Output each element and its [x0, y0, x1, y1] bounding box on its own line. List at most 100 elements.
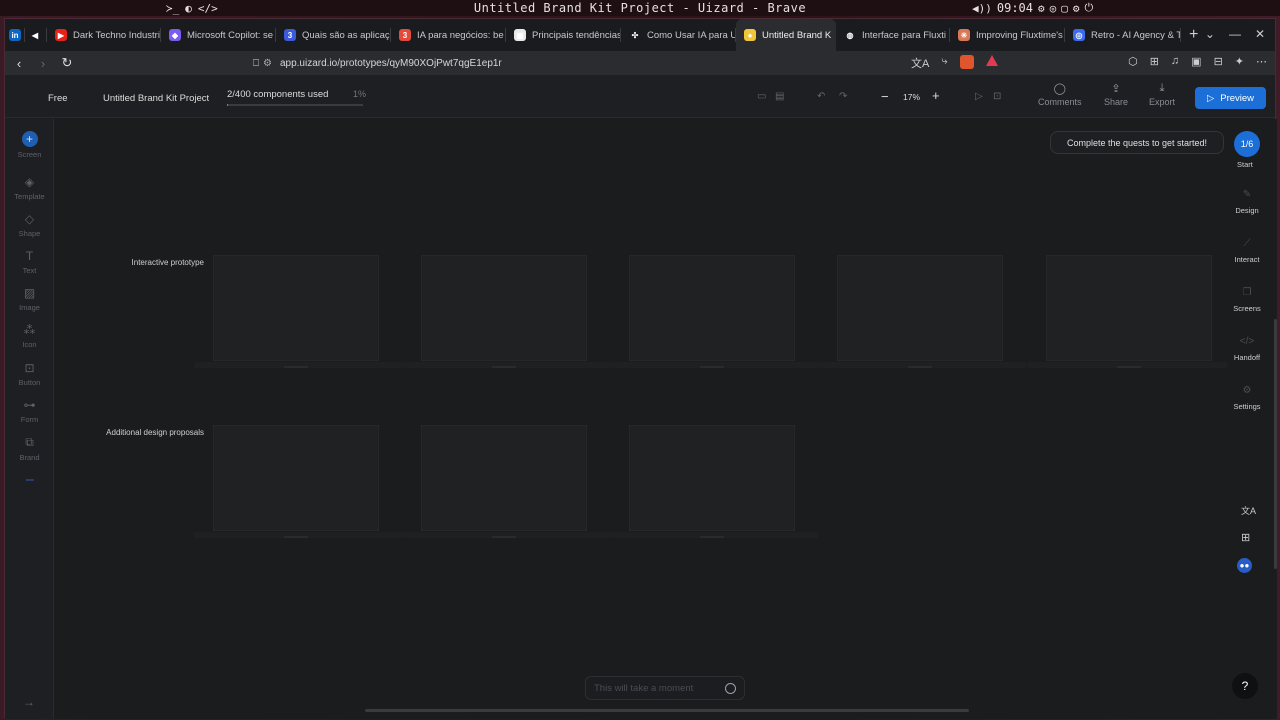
extension-icon[interactable]: ⬡: [1128, 55, 1138, 68]
screen-notch: [700, 366, 724, 368]
template-tool[interactable]: ◈ Template: [5, 175, 54, 201]
browser-tab[interactable]: 3 IA para negócios: be: [391, 19, 506, 51]
sidebar-icon[interactable]: ▣: [1191, 55, 1201, 68]
expand-arrow-icon[interactable]: →: [23, 695, 35, 709]
row-label-interactive-prototype: Interactive prototype: [131, 258, 204, 267]
site-info-icon[interactable]: ⚙: [263, 58, 272, 69]
shape-tool[interactable]: ◇ Shape: [5, 212, 54, 238]
reload-button[interactable]: ↻: [57, 55, 77, 71]
proposal-thumbnail[interactable]: [402, 425, 610, 538]
preview-button[interactable]: ▷ Preview: [1195, 87, 1266, 109]
forward-button[interactable]: ›: [33, 56, 53, 71]
grid-icon[interactable]: ⊞: [1241, 531, 1250, 544]
share-button[interactable]: ⇪ Share: [1104, 82, 1128, 107]
settings-icon[interactable]: ⚙: [1038, 2, 1045, 15]
address-bar[interactable]: ⎕ ⚙ app.uizard.io/prototypes/qyM90XOjPwt…: [253, 52, 1001, 74]
browser-tab[interactable]: ◆ Microsoft Copilot: se: [161, 19, 276, 51]
tool-label: Brand: [19, 453, 40, 462]
handoff-panel-tab[interactable]: </> Handoff: [1227, 336, 1267, 362]
screen-thumbnail[interactable]: [610, 255, 818, 368]
design-canvas[interactable]: Interactive prototype Additional design …: [55, 119, 1235, 719]
redo-icon[interactable]: ↷: [839, 91, 847, 102]
proposal-thumbnail[interactable]: [610, 425, 818, 538]
close-window-icon[interactable]: ✕: [1255, 27, 1265, 41]
browser-tab[interactable]: ◎ Retro - AI Agency & T: [1065, 19, 1181, 51]
quest-counter-button[interactable]: 1/6: [1234, 131, 1260, 157]
screen-thumbnail[interactable]: [1027, 255, 1235, 368]
volume-icon[interactable]: ◀)): [972, 2, 992, 15]
minimize-icon[interactable]: —: [1229, 27, 1241, 41]
comments-button[interactable]: ◯ Comments: [1038, 82, 1082, 107]
interact-panel-tab[interactable]: ⟋ Interact: [1227, 238, 1267, 264]
form-tool[interactable]: ⊶ Form: [5, 398, 54, 424]
assistant-bot-icon[interactable]: ●●: [1237, 558, 1252, 573]
tab-label: Como Usar IA para U: [647, 29, 736, 41]
zoom-level[interactable]: 17%: [903, 92, 920, 102]
brand-tool[interactable]: ⧉ Brand: [5, 435, 54, 462]
icon-tool[interactable]: ⁂ Icon: [5, 323, 54, 349]
browser-tab[interactable]: ▣ Principais tendências: [506, 19, 621, 51]
shape-icon: ◇: [24, 212, 35, 226]
music-icon[interactable]: ♫: [1171, 55, 1179, 68]
browser-tab[interactable]: 3 Quais são as aplicaç: [276, 19, 391, 51]
browser-tab[interactable]: ✣ Como Usar IA para U: [621, 19, 736, 51]
gear-icon[interactable]: ⚙: [1073, 2, 1080, 15]
brave-rewards-icon[interactable]: [985, 55, 998, 66]
browser-tab[interactable]: in: [5, 19, 25, 51]
settings-panel-tab[interactable]: ⚙ Settings: [1227, 385, 1267, 411]
url-text[interactable]: app.uizard.io/prototypes/qyM90XOjPwt7qgE…: [280, 58, 502, 69]
plan-badge[interactable]: Free: [48, 93, 68, 104]
os-tray: ◀)) 09:04 ⚙ ◎ ▢ ⚙ ⏻: [972, 1, 1093, 15]
right-rail: 1/6 Start ✎ Design ⟋ Interact ❐ Screens …: [1227, 119, 1277, 719]
tab-label: Microsoft Copilot: se: [187, 29, 274, 41]
menu-icon[interactable]: ⋯: [1256, 55, 1267, 68]
screens-panel-tab[interactable]: ❐ Screens: [1227, 287, 1267, 313]
browser-tab[interactable]: ◀: [25, 19, 47, 51]
zoom-out-button[interactable]: −: [881, 89, 889, 104]
brave-shields-icon[interactable]: [959, 55, 974, 69]
browser-tab[interactable]: ◍ Interface para Fluxti: [836, 19, 950, 51]
new-tab-button[interactable]: +: [1189, 26, 1198, 44]
undo-icon[interactable]: ↶: [817, 91, 825, 102]
translate-icon[interactable]: 文A: [911, 55, 929, 71]
network-icon[interactable]: ◎: [1050, 2, 1057, 15]
tab-label: Improving Fluxtime's: [976, 29, 1063, 41]
loading-indicator: [26, 479, 34, 481]
screen-thumbnail[interactable]: [194, 255, 402, 368]
translate-icon[interactable]: 文A: [1241, 504, 1256, 517]
browser-tab[interactable]: ●Untitled Brand K✕: [736, 19, 836, 51]
stop-icon[interactable]: ⊡: [993, 91, 1001, 102]
add-screen-tool[interactable]: + Screen: [5, 131, 54, 159]
vertical-scrollbar[interactable]: [1274, 319, 1277, 569]
tablet-device-icon[interactable]: ▤: [775, 91, 784, 102]
text-tool[interactable]: T Text: [5, 249, 54, 275]
screen-thumbnail[interactable]: [818, 255, 1026, 368]
screen-thumbnail[interactable]: [402, 255, 610, 368]
button-tool[interactable]: ⊡ Button: [5, 361, 54, 387]
zoom-in-button[interactable]: +: [932, 88, 940, 103]
image-tool[interactable]: ▨ Image: [5, 286, 54, 312]
red-circle-icon: 3: [399, 29, 411, 41]
browser-tab[interactable]: ▶ Dark Techno Industri: [47, 19, 161, 51]
leo-ai-icon[interactable]: ✦: [1235, 55, 1244, 68]
play-icon[interactable]: ▷: [975, 91, 983, 102]
proposal-thumbnail[interactable]: [194, 425, 402, 538]
horizontal-scrollbar[interactable]: [365, 709, 969, 712]
project-name[interactable]: Untitled Brand Kit Project: [103, 93, 209, 104]
power-icon[interactable]: ⏻: [1085, 1, 1094, 15]
browser-tab[interactable]: ✳ Improving Fluxtime's: [950, 19, 1065, 51]
bookmark-icon[interactable]: ⎕: [253, 58, 259, 69]
share-icon[interactable]: ⤷: [941, 55, 947, 71]
design-panel-tab[interactable]: ✎ Design: [1227, 189, 1267, 215]
screenshot-icon[interactable]: ⊞: [1150, 55, 1159, 68]
tool-label: Button: [18, 378, 41, 387]
help-button[interactable]: ?: [1232, 673, 1258, 699]
wallet-icon[interactable]: ⊟: [1214, 55, 1223, 68]
battery-icon[interactable]: ▢: [1061, 2, 1068, 15]
back-button[interactable]: ‹: [9, 56, 29, 71]
app-top-bar: Free Untitled Brand Kit Project 2/400 co…: [5, 75, 1275, 118]
tab-search-icon[interactable]: ⌄: [1205, 27, 1215, 41]
export-button[interactable]: ⤓ Export: [1149, 82, 1175, 107]
quest-tooltip[interactable]: Complete the quests to get started!: [1050, 131, 1224, 154]
desktop-device-icon[interactable]: ▭: [757, 91, 766, 102]
